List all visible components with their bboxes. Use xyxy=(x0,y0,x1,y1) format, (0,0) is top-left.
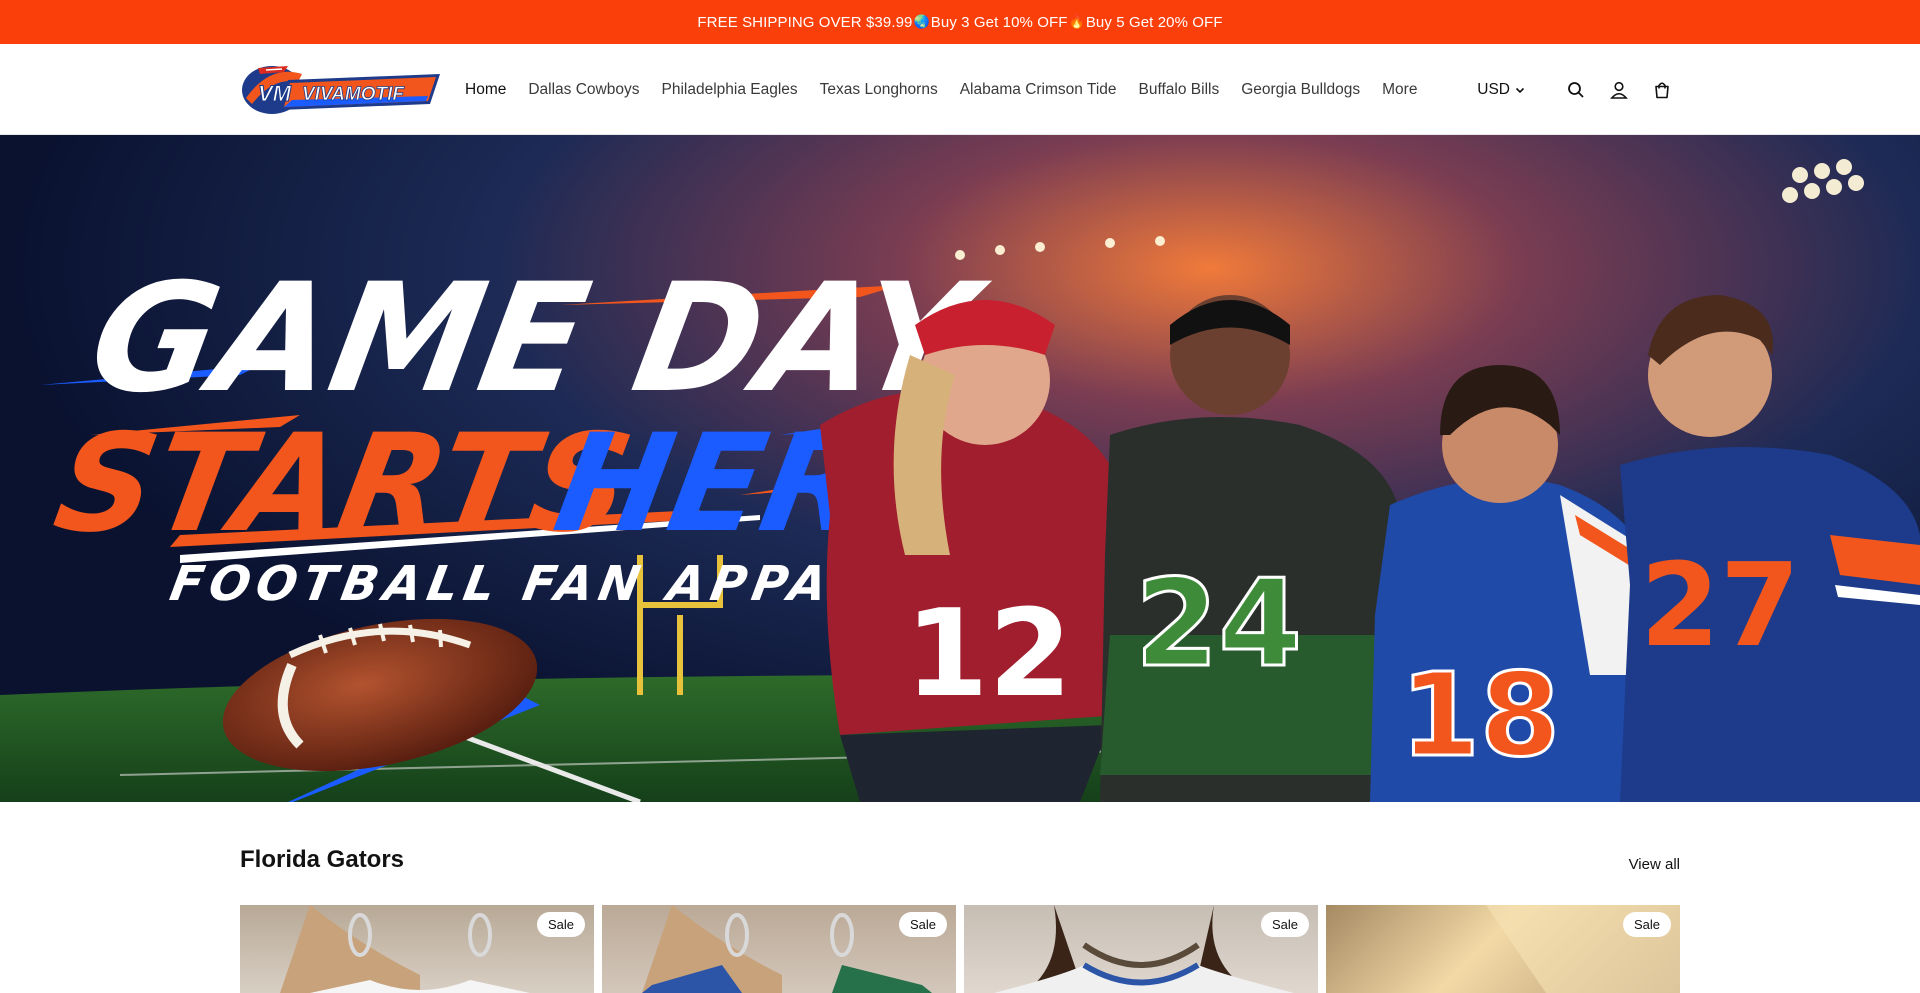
announcement-shipping: FREE SHIPPING OVER $39.99 xyxy=(697,13,913,31)
announcement-offer-2: Buy 5 Get 20% OFF xyxy=(1085,13,1223,31)
site-logo[interactable]: VM VIVAMOTIF xyxy=(240,60,442,118)
chevron-down-icon xyxy=(1515,87,1525,93)
nav-buffalo-bills[interactable]: Buffalo Bills xyxy=(1139,81,1220,99)
cart-icon[interactable] xyxy=(1651,79,1673,101)
main-navigation: Home Dallas Cowboys Philadelphia Eagles … xyxy=(465,44,1439,135)
hero-banner[interactable]: GAME DAY STARTS HERE FOOTBALL FAN APPARE… xyxy=(0,135,1920,802)
view-all-link[interactable]: View all xyxy=(1629,856,1680,873)
fire-icon: 🔥 xyxy=(1068,14,1085,29)
product-card[interactable]: Sale xyxy=(240,905,594,993)
announcement-bar: FREE SHIPPING OVER $39.99 🌏 Buy 3 Get 10… xyxy=(0,0,1920,44)
svg-text:24: 24 xyxy=(1135,555,1302,694)
svg-text:18: 18 xyxy=(1400,649,1560,783)
model-green-hoodie: 24 xyxy=(1100,295,1400,802)
sale-badge: Sale xyxy=(536,912,585,937)
model-blue-jersey: 18 xyxy=(1370,365,1660,802)
nav-philadelphia-eagles[interactable]: Philadelphia Eagles xyxy=(662,81,798,99)
account-icon[interactable] xyxy=(1608,79,1630,101)
product-card[interactable]: Sale xyxy=(602,905,956,993)
currency-selector[interactable]: USD xyxy=(1477,81,1526,99)
model-navy-jersey: 27 xyxy=(1620,295,1920,802)
product-grid: Sale Sale Sale Sale xyxy=(240,905,1680,993)
product-card[interactable]: Sale xyxy=(1326,905,1680,993)
nav-alabama-crimson-tide[interactable]: Alabama Crimson Tide xyxy=(960,81,1117,99)
nav-home[interactable]: Home xyxy=(465,81,506,99)
nav-more[interactable]: More xyxy=(1382,81,1417,99)
search-icon[interactable] xyxy=(1565,79,1587,101)
sale-badge: Sale xyxy=(1260,912,1309,937)
globe-icon: 🌏 xyxy=(913,14,930,29)
logo-monogram: VM xyxy=(258,81,292,106)
sale-badge: Sale xyxy=(1622,912,1671,937)
currency-label: USD xyxy=(1477,80,1510,98)
nav-dallas-cowboys[interactable]: Dallas Cowboys xyxy=(528,81,639,99)
hero-headline-line1: GAME DAY xyxy=(79,251,998,426)
product-card[interactable]: Sale xyxy=(964,905,1318,993)
site-header: VM VIVAMOTIF Home Dallas Cowboys Philade… xyxy=(0,44,1920,135)
header-actions: USD xyxy=(1477,44,1673,135)
collection-title: Florida Gators xyxy=(240,846,405,873)
sale-badge: Sale xyxy=(898,912,947,937)
hero-illustration: GAME DAY STARTS HERE FOOTBALL FAN APPARE… xyxy=(0,159,1920,802)
svg-text:12: 12 xyxy=(905,585,1072,724)
nav-georgia-bulldogs[interactable]: Georgia Bulldogs xyxy=(1241,81,1360,99)
logo-wordmark: VIVAMOTIF xyxy=(302,84,405,105)
announcement-offer-1: Buy 3 Get 10% OFF xyxy=(930,13,1068,31)
svg-text:27: 27 xyxy=(1640,539,1800,673)
nav-texas-longhorns[interactable]: Texas Longhorns xyxy=(820,81,938,99)
